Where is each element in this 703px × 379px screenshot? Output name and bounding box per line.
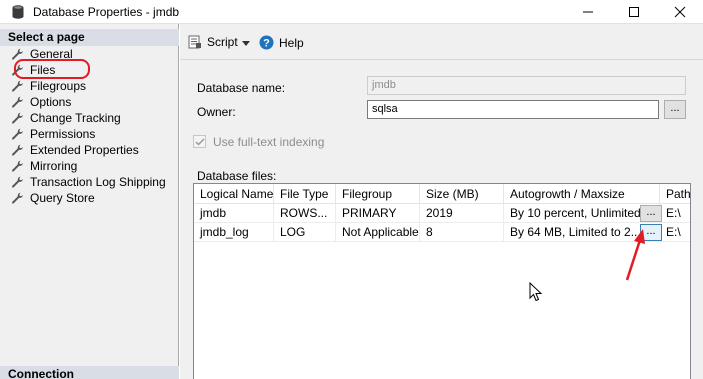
fulltext-label: Use full-text indexing: [213, 135, 325, 149]
page-item-extended-properties[interactable]: Extended Properties: [11, 142, 166, 158]
close-icon: [674, 6, 686, 18]
table-row[interactable]: jmdb_log LOG Not Applicable 8 By 64 MB, …: [194, 223, 690, 242]
chevron-down-icon[interactable]: [242, 41, 250, 46]
fulltext-checkbox: [193, 135, 206, 148]
minimize-icon: [583, 11, 593, 13]
cell-autogrowth: By 10 percent, Unlimited: [504, 204, 660, 223]
wrench-icon: [12, 96, 23, 108]
cell-filegroup[interactable]: PRIMARY: [336, 204, 420, 223]
cell-file-type[interactable]: ROWS...: [274, 204, 336, 223]
cell-path[interactable]: E:\: [660, 204, 690, 223]
script-button[interactable]: Script: [188, 35, 238, 49]
page-item-label: Filegroups: [30, 79, 87, 93]
column-header-logical-name[interactable]: Logical Name: [194, 184, 274, 204]
checkmark-icon: [195, 138, 205, 146]
minimize-button[interactable]: [565, 0, 611, 24]
column-header-autogrowth[interactable]: Autogrowth / Maxsize: [504, 184, 660, 204]
script-icon: [188, 35, 201, 49]
page-item-label: Extended Properties: [30, 143, 139, 157]
connection-header: Connection: [0, 366, 179, 379]
column-header-size[interactable]: Size (MB): [420, 184, 504, 204]
page-item-query-store[interactable]: Query Store: [11, 190, 166, 206]
files-highlight-annotation: [14, 59, 90, 79]
wrench-icon: [12, 128, 23, 140]
red-arrow-annotation: [625, 229, 645, 281]
files-page: Script ? Help Database name: jmdb Owner:…: [180, 24, 703, 379]
maximize-icon: [629, 7, 639, 17]
database-files-label: Database files:: [197, 169, 277, 183]
mouse-cursor-icon: [529, 282, 543, 302]
page-item-permissions[interactable]: Permissions: [11, 126, 166, 142]
cell-logical-name[interactable]: jmdb: [194, 204, 274, 223]
page-item-label: Query Store: [30, 191, 95, 205]
column-header-file-type[interactable]: File Type: [274, 184, 336, 204]
wrench-icon: [12, 176, 23, 188]
owner-browse-button[interactable]: ...: [664, 100, 686, 119]
title-bar: Database Properties - jmdb: [0, 0, 703, 24]
page-item-mirroring[interactable]: Mirroring: [11, 158, 166, 174]
script-label: Script: [207, 35, 238, 49]
help-icon: ?: [259, 35, 274, 50]
page-item-options[interactable]: Options: [11, 94, 166, 110]
window-title: Database Properties - jmdb: [33, 5, 180, 19]
cell-path[interactable]: E:\: [660, 223, 690, 242]
page-item-label: Transaction Log Shipping: [30, 175, 166, 189]
page-selector-pane: Select a page General Files Filegroups O…: [0, 24, 179, 379]
column-header-filegroup[interactable]: Filegroup: [336, 184, 420, 204]
table-row[interactable]: jmdb ROWS... PRIMARY 2019 By 10 percent,…: [194, 204, 690, 223]
help-button[interactable]: ? Help: [259, 35, 304, 50]
cell-logical-name[interactable]: jmdb_log: [194, 223, 274, 242]
owner-field[interactable]: sqlsa: [367, 100, 659, 119]
page-item-change-tracking[interactable]: Change Tracking: [11, 110, 166, 126]
wrench-icon: [12, 160, 23, 172]
owner-label: Owner:: [197, 105, 236, 119]
cell-file-type[interactable]: LOG: [274, 223, 336, 242]
maximize-button[interactable]: [611, 0, 657, 24]
page-item-filegroups[interactable]: Filegroups: [11, 78, 166, 94]
page-item-transaction-log-shipping[interactable]: Transaction Log Shipping: [11, 174, 166, 190]
page-item-label: Change Tracking: [30, 111, 121, 125]
help-label: Help: [279, 35, 304, 50]
wrench-icon: [12, 144, 23, 156]
close-button[interactable]: [657, 0, 703, 24]
page-item-label: Mirroring: [30, 159, 78, 173]
wrench-icon: [12, 112, 23, 124]
database-icon: [12, 5, 24, 19]
select-page-header: Select a page: [0, 29, 179, 46]
svg-text:?: ?: [263, 38, 270, 50]
cell-size[interactable]: 8: [420, 223, 504, 242]
grid-header: Logical Name File Type Filegroup Size (M…: [194, 184, 690, 204]
cell-filegroup[interactable]: Not Applicable: [336, 223, 420, 242]
autogrowth-edit-button[interactable]: ...: [640, 205, 662, 222]
database-files-grid: Logical Name File Type Filegroup Size (M…: [193, 183, 691, 379]
database-name-field: jmdb: [367, 76, 686, 95]
page-item-label: Options: [30, 95, 72, 109]
column-header-path[interactable]: Path: [660, 184, 690, 204]
page-item-label: Permissions: [30, 127, 96, 141]
wrench-icon: [12, 192, 23, 204]
cell-size[interactable]: 2019: [420, 204, 504, 223]
toolbar: Script ? Help: [180, 24, 703, 60]
wrench-icon: [12, 80, 23, 92]
database-name-label: Database name:: [197, 81, 286, 95]
